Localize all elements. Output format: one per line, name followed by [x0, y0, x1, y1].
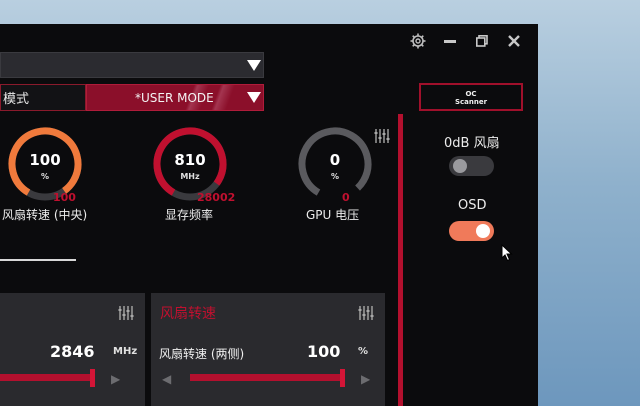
minimize-icon	[444, 40, 456, 43]
gauge-value: 0	[329, 151, 341, 169]
restore-button[interactable]	[466, 30, 498, 52]
tuning-sliders-button[interactable]	[358, 305, 374, 324]
gauge-label: 风扇转速 (中央)	[2, 208, 88, 222]
osd-label: OSD	[458, 198, 487, 213]
decrease-arrow-icon[interactable]: ◀	[162, 372, 171, 386]
gpu-tweak-window: 模式 *USER MODE 100 % 100 风扇转速 (中央) 810 MH…	[0, 24, 538, 406]
scrollbar[interactable]	[398, 114, 403, 406]
sliders-icon	[374, 129, 390, 143]
gauge-unit: %	[330, 172, 339, 181]
memory-clock-gauge: 810 MHz 28002	[150, 124, 235, 204]
toggle-knob	[476, 224, 490, 238]
gauge-label: GPU 电压	[306, 208, 360, 222]
close-icon	[508, 35, 520, 47]
oc-scanner-label-line1: OC	[465, 90, 477, 98]
oc-scanner-button[interactable]: OC Scanner	[419, 83, 523, 111]
gpu-clock-slider-thumb[interactable]	[90, 369, 95, 387]
gauge-value: 100	[29, 151, 61, 169]
chevron-down-icon	[247, 60, 261, 71]
tuning-sliders-button[interactable]	[374, 128, 390, 147]
mode-tab-label: 模式	[3, 92, 30, 107]
zero-db-fan-label: 0dB 风扇	[444, 136, 500, 151]
gauge-value: 810	[174, 151, 206, 169]
gpu-voltage-gauge: 0 % 0	[295, 124, 375, 204]
fan-speed-panel: 风扇转速 风扇转速 (两侧) 100 % ◀ ▶	[151, 293, 385, 406]
toggle-knob	[453, 159, 467, 173]
oc-scanner-label-line2: Scanner	[454, 98, 488, 106]
tuning-sliders-button[interactable]	[118, 305, 134, 324]
fan-speed-value[interactable]: 100	[307, 342, 340, 361]
mode-tab[interactable]: 模式	[0, 84, 86, 111]
user-mode-dropdown[interactable]: *USER MODE	[86, 84, 264, 111]
fan-speed-unit: %	[358, 346, 369, 357]
osd-toggle[interactable]	[449, 221, 494, 241]
gauge-unit: %	[40, 172, 49, 181]
sliders-icon	[358, 306, 374, 320]
gauge-sub-value: 100	[53, 191, 76, 204]
increase-arrow-icon[interactable]: ▶	[361, 372, 370, 386]
fan-speed-slider-thumb[interactable]	[340, 369, 345, 387]
gpu-clock-panel: 2846 MHz ▶	[0, 293, 145, 406]
mouse-cursor-icon	[501, 244, 513, 262]
close-button[interactable]	[498, 30, 530, 52]
minimize-button[interactable]	[434, 30, 466, 52]
panel-title: 风扇转速	[160, 306, 216, 322]
fan-speed-center-gauge: 100 % 100	[5, 124, 85, 204]
window-controls	[402, 30, 530, 52]
profile-dropdown[interactable]	[0, 52, 264, 78]
user-mode-label: *USER MODE	[135, 90, 214, 105]
gauge-label: 显存频率	[165, 208, 214, 222]
fan-speed-slider-track[interactable]	[190, 374, 345, 381]
gpu-clock-unit: MHz	[113, 346, 138, 357]
gpu-clock-value[interactable]: 2846	[50, 342, 95, 361]
sliders-icon	[118, 306, 134, 320]
gauge-sub-value: 28002	[197, 191, 236, 204]
fan-speed-side-label: 风扇转速 (两侧)	[159, 347, 245, 361]
gear-icon	[410, 33, 426, 49]
settings-button[interactable]	[402, 30, 434, 52]
gauge-sub-value: 0	[342, 191, 350, 204]
gauge-unit: MHz	[180, 172, 200, 181]
gpu-clock-slider-track[interactable]	[0, 374, 95, 381]
restore-icon	[476, 35, 488, 47]
chevron-down-icon	[247, 92, 261, 103]
increase-arrow-icon[interactable]: ▶	[111, 372, 120, 386]
divider-line	[0, 259, 76, 261]
zero-db-fan-toggle[interactable]	[449, 156, 494, 176]
